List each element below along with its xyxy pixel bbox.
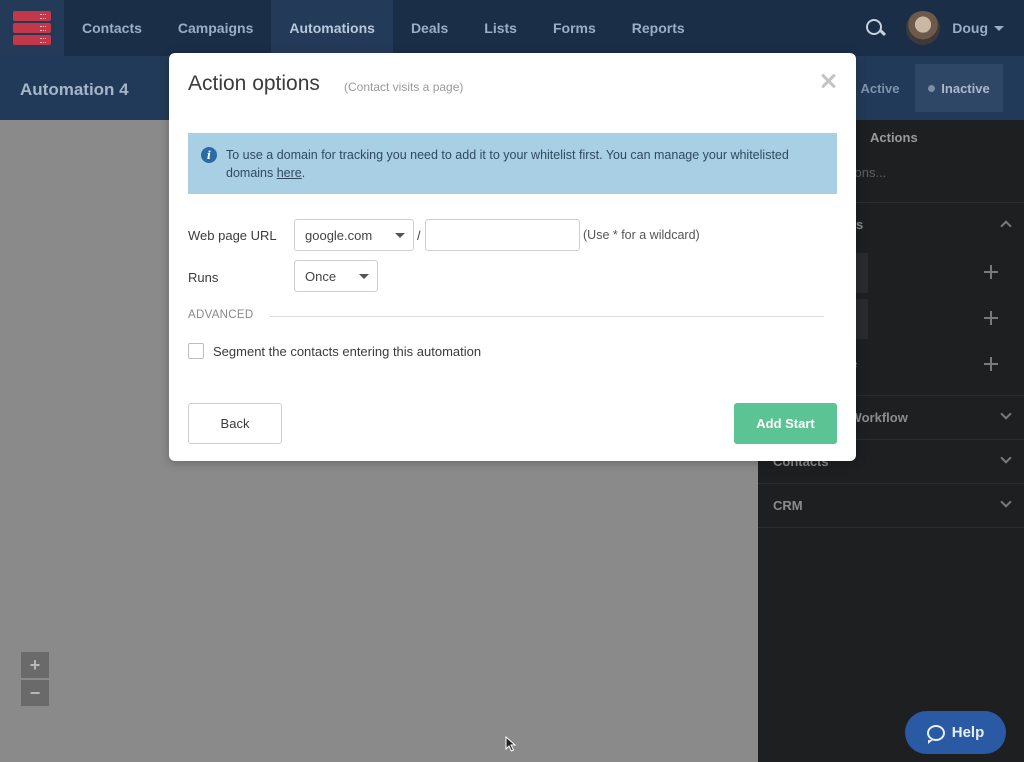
domain-select-value: google.com (305, 228, 373, 243)
drag-handle-icon[interactable] (984, 265, 998, 279)
wildcard-hint: (Use * for a wildcard) (583, 228, 700, 242)
info-banner: i To use a domain for tracking you need … (188, 133, 837, 194)
logo-bar (13, 23, 51, 33)
help-label: Help (951, 724, 985, 741)
nav-campaigns[interactable]: Campaigns (160, 0, 271, 56)
add-start-button[interactable]: Add Start (734, 403, 837, 444)
logo-bar (13, 35, 51, 45)
nav-forms[interactable]: Forms (535, 0, 614, 56)
chevron-down-icon[interactable] (994, 25, 1004, 31)
zoom-out-button[interactable]: − (21, 680, 49, 706)
drag-handle-icon[interactable] (984, 311, 998, 325)
nav-automations[interactable]: Automations (271, 0, 393, 56)
close-icon[interactable] (819, 72, 837, 90)
segment-checkbox-label[interactable]: Segment the contacts entering this autom… (213, 344, 481, 359)
modal-subtitle: (Contact visits a page) (344, 80, 464, 94)
logo-bar (13, 11, 51, 21)
nav-contacts[interactable]: Contacts (64, 0, 160, 56)
runs-label: Runs (188, 270, 219, 285)
modal-title: Action options (188, 72, 320, 95)
info-text: To use a domain for tracking you need to… (226, 146, 826, 182)
status-dot-icon (928, 84, 936, 92)
action-options-modal: Action options (Contact visits a page) i… (169, 53, 856, 461)
url-label: Web page URL (188, 228, 277, 243)
advanced-divider (270, 316, 824, 317)
chevron-down-icon (1000, 408, 1012, 420)
panel-section[interactable]: CRM (758, 483, 1024, 527)
whitelist-link[interactable]: here (277, 166, 302, 180)
zoom-in-button[interactable]: + (21, 652, 49, 678)
chevron-down-icon (1000, 452, 1012, 464)
status-inactive-label: Inactive (941, 80, 990, 96)
avatar[interactable] (906, 11, 941, 45)
user-name[interactable]: Doug (952, 20, 988, 36)
automation-title[interactable]: Automation 4 (20, 80, 129, 100)
status-toggle: Active Inactive (845, 64, 1003, 112)
info-text-end: . (301, 166, 306, 180)
tab-actions[interactable]: Actions (870, 130, 918, 145)
panel-divider (758, 527, 1024, 528)
mouse-cursor-icon (505, 736, 517, 752)
drag-handle-icon[interactable] (984, 357, 998, 371)
nav-lists[interactable]: Lists (466, 0, 535, 56)
panel-section-label: CRM (773, 498, 803, 513)
chevron-down-icon (359, 274, 369, 279)
url-separator: / (417, 228, 421, 243)
segment-checkbox[interactable] (188, 343, 204, 359)
nav-deals[interactable]: Deals (393, 0, 466, 56)
advanced-heading: ADVANCED (188, 309, 254, 321)
chevron-down-icon (1000, 496, 1012, 508)
url-path-input[interactable] (425, 219, 580, 251)
chevron-up-icon (1000, 220, 1012, 232)
top-nav: Contacts Campaigns Automations Deals Lis… (0, 0, 1024, 56)
info-text-body: To use a domain for tracking you need to… (226, 148, 789, 180)
app-logo[interactable] (0, 0, 64, 56)
nav-right: Doug (864, 0, 1024, 56)
runs-select[interactable]: Once (294, 260, 378, 292)
domain-select[interactable]: google.com (294, 219, 414, 251)
runs-select-value: Once (305, 269, 337, 284)
help-button[interactable]: Help (905, 711, 1006, 754)
info-icon: i (201, 147, 217, 163)
chevron-down-icon (395, 233, 405, 238)
status-inactive-button[interactable]: Inactive (915, 64, 1003, 112)
chat-bubble-icon (926, 724, 945, 744)
back-button[interactable]: Back (188, 403, 282, 444)
search-icon[interactable] (864, 17, 886, 39)
nav-reports[interactable]: Reports (614, 0, 703, 56)
